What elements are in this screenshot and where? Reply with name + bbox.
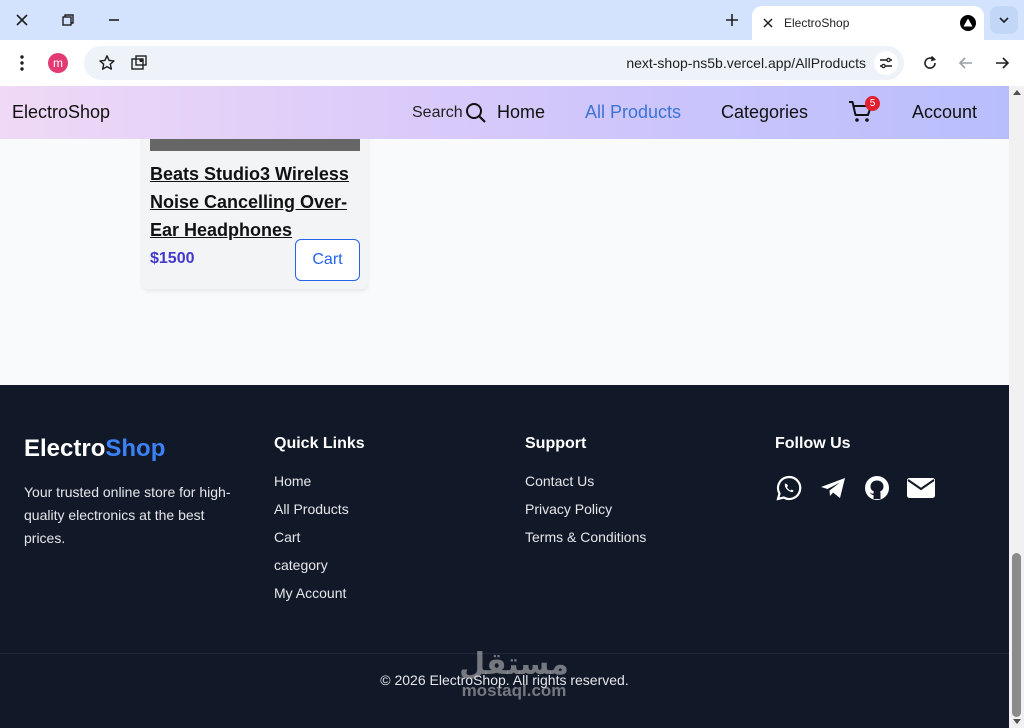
product-price: $1500 (150, 250, 195, 267)
watermark-arabic: مستقل (459, 647, 569, 682)
github-icon[interactable] (862, 473, 892, 503)
restore-window-icon[interactable] (56, 8, 80, 32)
close-window-icon[interactable] (10, 8, 34, 32)
nav-link-home[interactable]: Home (497, 102, 545, 123)
footer-link-terms[interactable]: Terms & Conditions (525, 529, 646, 557)
cart-count-badge: 5 (865, 96, 880, 111)
footer-link-category[interactable]: category (274, 557, 349, 585)
nav-link-account[interactable]: Account (912, 102, 977, 123)
nav-search-button[interactable]: Search (412, 102, 487, 124)
nav-link-categories[interactable]: Categories (721, 102, 808, 123)
mostaql-watermark: مستقل mostaql.com (444, 650, 584, 702)
whatsapp-icon[interactable] (774, 473, 804, 503)
minimize-window-icon[interactable] (102, 8, 126, 32)
mail-icon[interactable] (906, 473, 936, 503)
tab-close-icon[interactable] (760, 15, 776, 31)
page-viewport: ElectroShop Search Home All Products Cat… (0, 86, 1024, 728)
browser-toolbar: m next-shop-ns5b.vercel.app/AllProducts (0, 40, 1024, 86)
reload-icon[interactable] (918, 51, 942, 75)
site-navbar: ElectroShop Search Home All Products Cat… (0, 86, 1009, 139)
watermark-latin: mostaql.com (461, 681, 567, 700)
browser-tab[interactable]: ElectroShop (752, 6, 984, 40)
extension-icon[interactable] (130, 54, 148, 72)
cart-button[interactable]: 5 (848, 96, 880, 124)
quick-links-title: Quick Links (274, 435, 365, 452)
search-icon (465, 102, 487, 124)
page-scrollbar[interactable] (1009, 86, 1024, 728)
nav-link-all-products[interactable]: All Products (585, 102, 681, 123)
footer-link-privacy-policy[interactable]: Privacy Policy (525, 501, 646, 529)
site-settings-icon[interactable] (874, 51, 898, 75)
tab-search-chevron-icon[interactable] (990, 6, 1018, 34)
scroll-down-arrow-icon[interactable] (1013, 719, 1021, 724)
footer-link-contact-us[interactable]: Contact Us (525, 473, 646, 501)
social-links (774, 473, 936, 503)
support-links-list: Contact Us Privacy Policy Terms & Condit… (525, 473, 646, 557)
vercel-favicon-icon (960, 15, 976, 31)
browser-menu-icon[interactable] (10, 51, 34, 75)
bookmark-star-icon[interactable] (98, 54, 116, 72)
product-title-link[interactable]: Beats Studio3 Wireless Noise Cancelling … (150, 160, 362, 244)
footer-link-all-products[interactable]: All Products (274, 501, 349, 529)
footer-description: Your trusted online store for high-quali… (24, 484, 231, 546)
nav-search-label: Search (412, 104, 463, 121)
footer-brand-main: Electro (24, 435, 106, 462)
footer-link-home[interactable]: Home (274, 473, 349, 501)
cart-icon (848, 101, 874, 128)
product-card: Beats Studio3 Wireless Noise Cancelling … (142, 116, 368, 289)
footer-brand: ElectroShop (24, 435, 165, 463)
footer-link-my-account[interactable]: My Account (274, 585, 349, 613)
quick-links-list: Home All Products Cart category My Accou… (274, 473, 349, 613)
scrollbar-thumb[interactable] (1012, 553, 1021, 717)
profile-avatar[interactable]: m (48, 53, 68, 73)
add-to-cart-button[interactable]: Cart (295, 239, 360, 281)
back-arrow-icon[interactable] (954, 51, 978, 75)
address-bar[interactable]: next-shop-ns5b.vercel.app/AllProducts (84, 46, 904, 80)
browser-tab-bar: ElectroShop (0, 0, 1024, 40)
footer-link-cart[interactable]: Cart (274, 529, 349, 557)
follow-us-title: Follow Us (775, 435, 851, 452)
forward-arrow-icon[interactable] (990, 51, 1014, 75)
support-title: Support (525, 435, 587, 452)
scroll-up-arrow-icon[interactable] (1013, 90, 1021, 95)
url-text: next-shop-ns5b.vercel.app/AllProducts (626, 55, 866, 71)
tab-title: ElectroShop (784, 16, 850, 30)
telegram-icon[interactable] (818, 473, 848, 503)
footer-brand-accent: Shop (105, 435, 166, 462)
new-tab-icon[interactable] (720, 8, 744, 32)
site-logo[interactable]: ElectroShop (12, 102, 110, 123)
